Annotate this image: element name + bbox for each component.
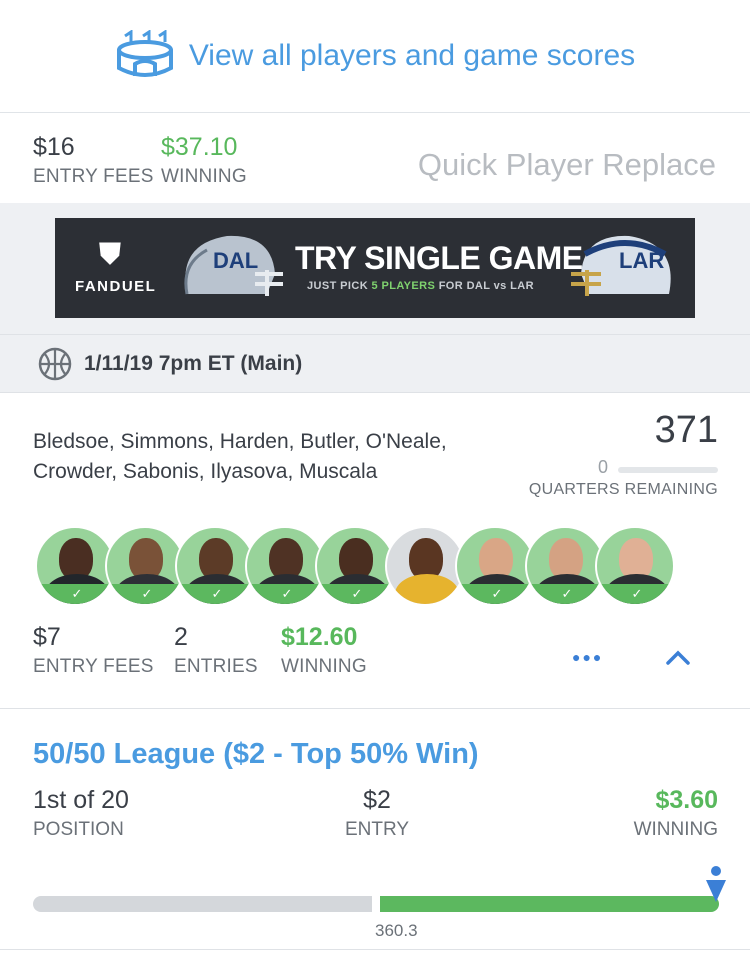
check-icon: ✓ xyxy=(177,584,253,604)
fanduel-logo: ⛊ FANDUEL xyxy=(75,238,157,296)
total-entry-fees: $16 ENTRY FEES xyxy=(33,133,154,188)
promo-sub-pre: JUST PICK xyxy=(307,280,372,292)
player-avatar-muscala[interactable]: ✓ xyxy=(595,526,675,606)
total-winning: $37.10 WINNING xyxy=(161,133,247,188)
quarters-remaining-value: 0 xyxy=(598,457,609,477)
check-icon: ✓ xyxy=(107,584,183,604)
check-icon: ✓ xyxy=(37,584,113,604)
lineup-card[interactable]: Bledsoe, Simmons, Harden, Butler, O'Neal… xyxy=(0,393,750,709)
contest-position-value: 1st of 20 xyxy=(33,786,129,814)
quick-player-replace-button[interactable]: Quick Player Replace xyxy=(418,147,716,183)
lar-helmet-icon: LAR xyxy=(571,235,671,296)
player-avatar-simmons[interactable]: ✓ xyxy=(105,526,185,606)
total-winning-label: WINNING xyxy=(161,166,247,187)
stadium-icon xyxy=(116,30,173,77)
chevron-up-icon[interactable] xyxy=(664,643,692,671)
lar-helmet-text: LAR xyxy=(619,248,664,273)
lineup-score: 371 xyxy=(654,409,718,451)
contest-entry-label: ENTRY xyxy=(345,819,410,840)
contest-winning: $3.60 WINNING xyxy=(634,786,718,841)
entry-summary: $16 ENTRY FEES $37.10 WINNING Quick Play… xyxy=(0,113,750,203)
contest-winning-value: $3.60 xyxy=(655,786,718,814)
player-avatar-crowder[interactable] xyxy=(385,526,465,606)
player-avatar-butler[interactable]: ✓ xyxy=(245,526,325,606)
slate-label: 1/11/19 7pm ET (Main) xyxy=(84,351,303,375)
contest-progress-track xyxy=(33,896,719,912)
fanduel-wordmark: FANDUEL xyxy=(75,278,157,295)
lineup-winning: $12.60 WINNING xyxy=(281,623,367,678)
lineup-entries-value: 2 xyxy=(174,623,188,651)
total-entry-fees-value: $16 xyxy=(33,133,75,161)
progress-losing-segment xyxy=(33,896,372,912)
more-options-icon[interactable]: ●●● xyxy=(572,649,603,665)
player-avatar-bledsoe[interactable]: ✓ xyxy=(35,526,115,606)
single-game-promo-banner[interactable]: ⛊ FANDUEL DAL TRY SINGLE GAME: JUST PICK… xyxy=(55,218,695,318)
user-position-marker-icon xyxy=(706,866,726,902)
check-icon: ✓ xyxy=(317,584,393,604)
total-winning-value: $37.10 xyxy=(161,133,238,161)
lineup-winning-label: WINNING xyxy=(281,656,367,677)
promo-sub-highlight: 5 PLAYERS xyxy=(371,280,436,292)
winning-threshold-score: 360.3 xyxy=(375,921,418,940)
player-avatar-oneale[interactable]: ✓ xyxy=(315,526,395,606)
contest-title[interactable]: 50/50 League ($2 - Top 50% Win) xyxy=(33,738,479,771)
lineup-player-names: Bledsoe, Simmons, Harden, Butler, O'Neal… xyxy=(33,430,447,483)
contest-position: 1st of 20 POSITION xyxy=(33,786,129,841)
player-avatar-sabonis[interactable]: ✓ xyxy=(455,526,535,606)
contest-entry-value: $2 xyxy=(363,786,391,814)
lineup-winning-value: $12.60 xyxy=(281,623,358,651)
check-icon: ✓ xyxy=(597,584,673,604)
view-all-players-link[interactable]: View all players and game scores xyxy=(0,0,750,113)
progress-winning-segment xyxy=(380,896,719,912)
check-icon: ✓ xyxy=(457,584,533,604)
promo-subtext: JUST PICK 5 PLAYERS FOR DAL vs LAR xyxy=(307,280,534,292)
basketball-icon xyxy=(38,347,72,380)
lineup-entry-fees: $7 ENTRY FEES xyxy=(33,623,154,678)
contest-position-label: POSITION xyxy=(33,819,124,840)
total-entry-fees-label: ENTRY FEES xyxy=(33,166,154,187)
quarters-remaining-bar xyxy=(618,467,718,473)
contest-winning-label: WINNING xyxy=(633,819,718,840)
player-avatar-harden[interactable]: ✓ xyxy=(175,526,255,606)
player-avatar-ilyasova[interactable]: ✓ xyxy=(525,526,605,606)
check-icon: ✓ xyxy=(527,584,603,604)
lineup-entry-fees-label: ENTRY FEES xyxy=(33,656,154,677)
quarters-remaining: 0 QUARTERS REMAINING xyxy=(518,455,718,498)
quarters-remaining-label: QUARTERS REMAINING xyxy=(528,481,718,498)
dal-helmet-text: DAL xyxy=(213,248,258,273)
lineup-entries: 2 ENTRIES xyxy=(174,623,258,678)
lineup-entry-fees-value: $7 xyxy=(33,623,61,651)
dal-helmet-icon: DAL xyxy=(184,235,283,296)
contest-entry: $2 ENTRY xyxy=(345,786,409,841)
contest-card[interactable]: 50/50 League ($2 - Top 50% Win) 1st of 2… xyxy=(0,710,750,950)
fanduel-shield-icon: ⛊ xyxy=(98,238,122,271)
promo-headline: TRY SINGLE GAME: xyxy=(295,240,593,276)
lineup-entries-label: ENTRIES xyxy=(174,656,258,677)
check-icon: ✓ xyxy=(247,584,323,604)
view-all-players-label: View all players and game scores xyxy=(188,39,636,72)
slate-header: 1/11/19 7pm ET (Main) xyxy=(0,334,750,393)
promo-sub-post: FOR DAL vs LAR xyxy=(435,280,534,292)
